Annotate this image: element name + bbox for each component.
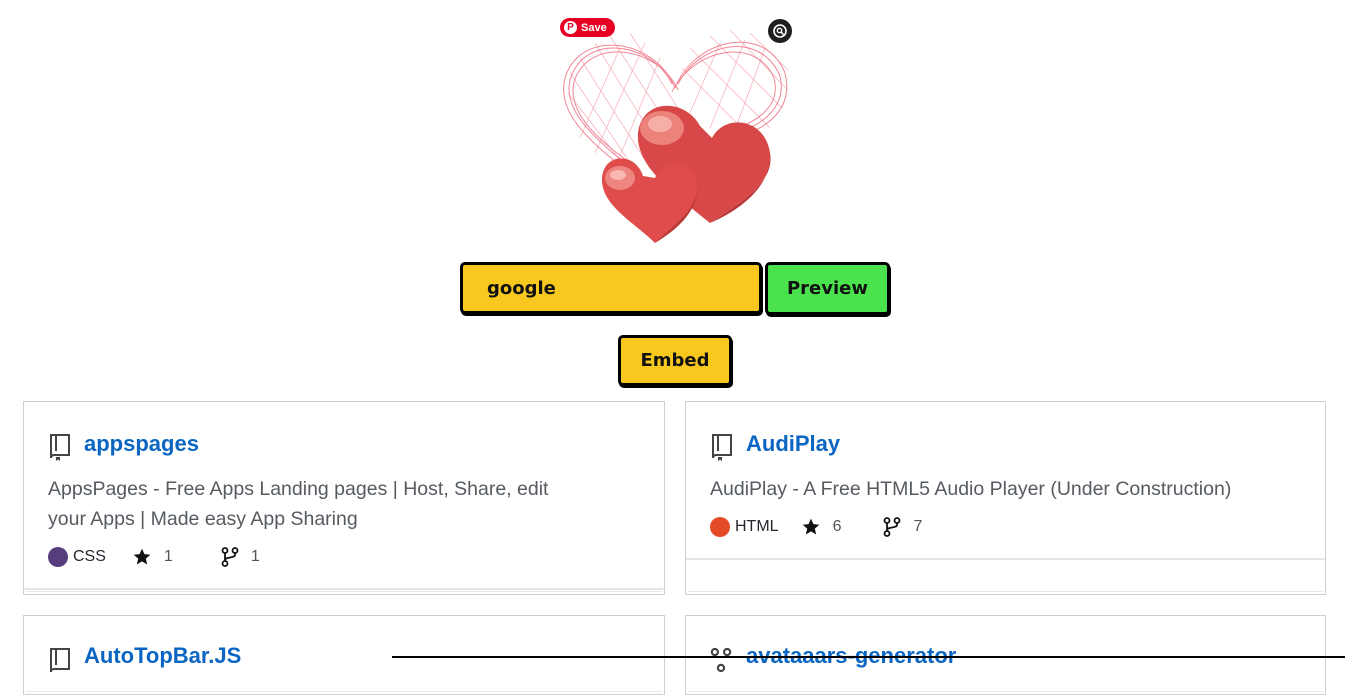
repo-description: AudiPlay - A Free HTML5 Audio Player (Un… bbox=[710, 474, 1310, 504]
repo-book-icon bbox=[50, 648, 70, 673]
star-icon bbox=[133, 548, 151, 565]
pinterest-save-label: Save bbox=[581, 21, 607, 34]
repo-card-autotopbar: AutoTopBar.JS bbox=[23, 615, 665, 695]
repo-card-appspages: appspages AppsPages - Free Apps Landing … bbox=[23, 401, 665, 595]
fork-repo-icon bbox=[710, 647, 732, 673]
repo-language: HTML bbox=[735, 518, 779, 535]
repo-book-icon bbox=[712, 434, 732, 461]
repo-description-line: AppsPages - Free Apps Landing pages | Ho… bbox=[48, 478, 549, 500]
repo-book-icon bbox=[50, 434, 70, 461]
repo-description-line: your Apps | Made easy App Sharing bbox=[48, 508, 358, 530]
visual-search-icon[interactable] bbox=[768, 19, 792, 43]
repo-title[interactable]: AudiPlay bbox=[746, 431, 840, 457]
hearts-image bbox=[563, 29, 789, 243]
embed-button[interactable]: Embed bbox=[618, 335, 732, 386]
fork-icon bbox=[221, 547, 239, 567]
repo-title[interactable]: AutoTopBar.JS bbox=[84, 643, 241, 669]
language-color-dot bbox=[710, 517, 730, 537]
repo-title[interactable]: appspages bbox=[84, 431, 199, 457]
repo-card-avataaars-generator: avataaars-generator bbox=[685, 615, 1326, 695]
pinterest-save-button[interactable]: P Save bbox=[560, 18, 615, 37]
star-icon bbox=[802, 518, 819, 535]
repo-description-line: AudiPlay - A Free HTML5 Audio Player (Un… bbox=[710, 478, 1232, 500]
repo-meta: CSS 1 1 bbox=[48, 547, 260, 567]
repo-forks: 7 bbox=[913, 518, 923, 535]
language-color-dot bbox=[48, 547, 68, 567]
divider-line bbox=[392, 656, 1345, 658]
repo-forks: 1 bbox=[250, 548, 260, 565]
search-input[interactable]: google bbox=[460, 262, 762, 314]
fork-icon bbox=[884, 517, 901, 537]
repo-description: AppsPages - Free Apps Landing pages | Ho… bbox=[48, 474, 648, 534]
repo-card-audiplay: AudiPlay AudiPlay - A Free HTML5 Audio P… bbox=[685, 401, 1326, 595]
repo-language: CSS bbox=[73, 548, 106, 565]
repo-stars: 6 bbox=[832, 518, 842, 535]
preview-button[interactable]: Preview bbox=[765, 262, 890, 315]
repo-meta: HTML 6 7 bbox=[710, 517, 922, 537]
pinterest-logo-icon: P bbox=[564, 21, 577, 34]
repo-stars: 1 bbox=[163, 548, 173, 565]
